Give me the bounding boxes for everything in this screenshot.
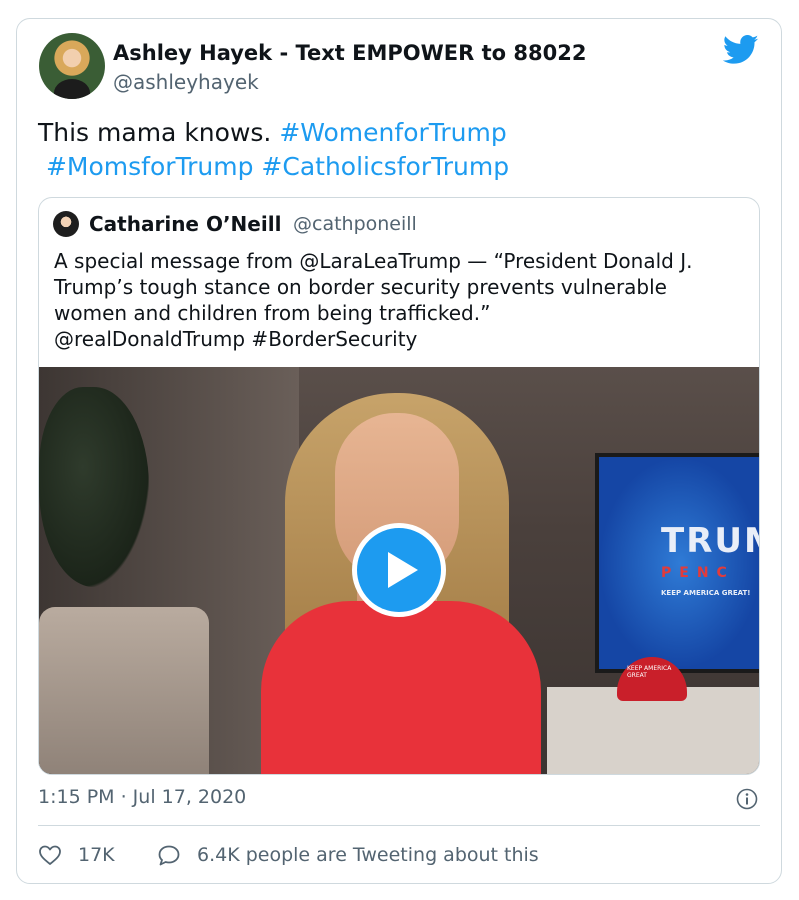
quoted-text-line: women and children from being trafficked…: [54, 301, 491, 325]
quoted-tweet-text: A special message from @LaraLeaTrump — “…: [54, 248, 754, 352]
twitter-bird-icon[interactable]: [723, 35, 759, 65]
quoted-author-handle[interactable]: @cathponeill: [293, 213, 417, 235]
speech-bubble-icon: [158, 845, 180, 866]
author-name[interactable]: Ashley Hayek - Text EMPOWER to 88022: [113, 41, 586, 65]
quoted-text-line: Trump’s tough stance on border security …: [54, 275, 667, 299]
hashtag-link[interactable]: #CatholicsforTrump: [261, 152, 509, 181]
conversation-link[interactable]: 6.4K people are Tweeting about this: [157, 842, 539, 868]
tweet-text: This mama knows. #WomenforTrump #Momsfor…: [38, 116, 758, 184]
divider: [38, 825, 760, 826]
tv-text-large: TRUM: [661, 521, 759, 561]
author-avatar[interactable]: [39, 33, 105, 99]
tweet-body: This mama knows.: [38, 118, 280, 147]
hashtag-link[interactable]: #MomsforTrump: [46, 152, 254, 181]
heart-icon: [39, 845, 61, 865]
info-icon[interactable]: [736, 788, 758, 810]
quoted-text-line: @realDonaldTrump #BorderSecurity: [54, 327, 418, 351]
play-button[interactable]: [352, 523, 446, 617]
quoted-author-avatar[interactable]: [53, 211, 79, 237]
video-plant: [39, 387, 149, 587]
conversation-label: 6.4K people are Tweeting about this: [197, 844, 539, 866]
tweet-card[interactable]: Ashley Hayek - Text EMPOWER to 88022 @as…: [16, 18, 782, 884]
tv-text-small: KEEP AMERICA GREAT!: [661, 589, 751, 597]
author-handle[interactable]: @ashleyhayek: [113, 70, 259, 94]
like-button[interactable]: 17K: [38, 842, 115, 868]
quoted-author-name[interactable]: Catharine O’Neill: [89, 212, 281, 236]
quoted-tweet[interactable]: Catharine O’Neill @cathponeill A special…: [38, 197, 760, 775]
quoted-text-line: A special message from @LaraLeaTrump — “…: [54, 249, 693, 273]
cap-text: KEEP AMERICA GREAT: [627, 665, 672, 679]
video-person-dress: [261, 601, 541, 774]
tweet-timestamp[interactable]: 1:15 PM · Jul 17, 2020: [38, 786, 246, 808]
like-count: 17K: [78, 844, 115, 866]
video-sofa: [39, 607, 209, 774]
tv-text-mid: PENC: [661, 565, 735, 581]
video-player[interactable]: TRUM PENC KEEP AMERICA GREAT! KEEP AMERI…: [39, 367, 759, 774]
play-icon: [388, 552, 418, 588]
hashtag-link[interactable]: #WomenforTrump: [279, 118, 506, 147]
video-tv-screen: TRUM PENC KEEP AMERICA GREAT!: [595, 453, 759, 673]
